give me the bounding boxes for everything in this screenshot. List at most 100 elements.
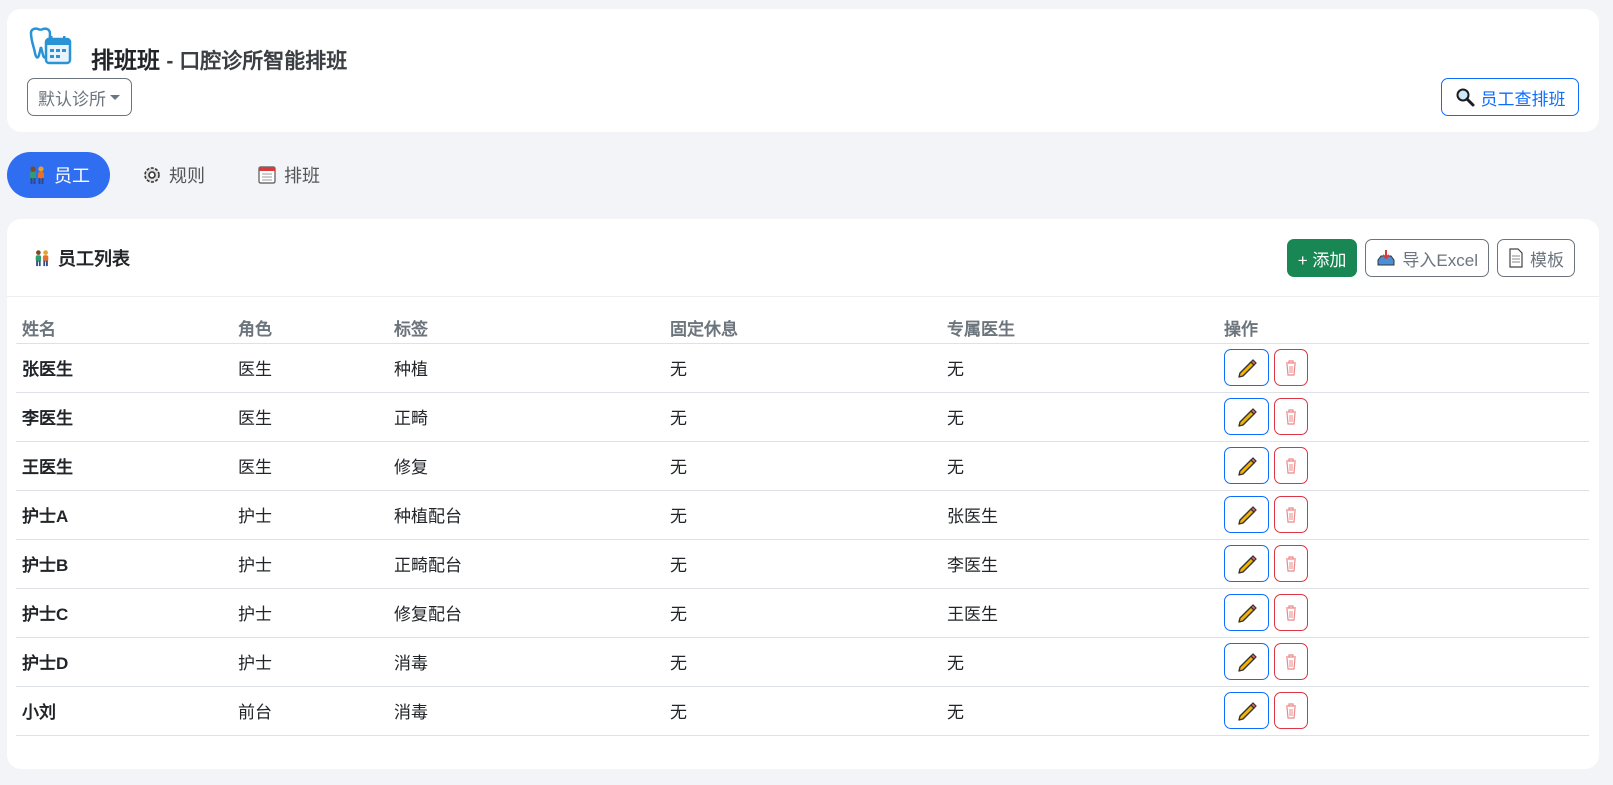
gear-icon <box>144 167 160 183</box>
cell-role: 护士 <box>232 539 388 589</box>
pencil-icon <box>1237 603 1257 623</box>
calendar-icon <box>258 166 276 184</box>
cell-doctor: 张医生 <box>941 490 1218 540</box>
tab-staff-label: 员工 <box>54 166 90 186</box>
staff-table: 姓名 角色 标签 固定休息 专属医生 操作 张医生 医生 种植无无李医生 医生 正畸无无… <box>16 313 1589 736</box>
staff-list-title-text: 员工列表 <box>58 249 130 269</box>
row-actions <box>1224 447 1589 484</box>
delete-button[interactable] <box>1274 349 1308 386</box>
table-row: 护士A 护士 种植配台无张医生 <box>16 490 1589 540</box>
add-staff-button[interactable]: + 添加 <box>1286 239 1358 277</box>
template-button[interactable]: 模板 <box>1497 239 1575 277</box>
tooth-calendar-logo-icon <box>29 27 72 65</box>
cell-tag: 消毒 <box>388 637 664 687</box>
delete-button[interactable] <box>1274 496 1308 533</box>
column-header-name: 姓名 <box>16 313 232 344</box>
pencil-icon <box>1237 358 1257 378</box>
cell-name: 护士A <box>16 490 232 540</box>
delete-button[interactable] <box>1274 594 1308 631</box>
cell-tag: 种植配台 <box>388 490 664 540</box>
cell-rest: 无 <box>664 539 941 589</box>
cell-rest: 无 <box>664 637 941 687</box>
pencil-icon <box>1237 407 1257 427</box>
cell-role: 前台 <box>232 686 388 736</box>
column-header-role: 角色 <box>232 313 388 344</box>
cell-actions <box>1218 637 1589 687</box>
trash-icon <box>1286 653 1296 670</box>
cell-name: 护士B <box>16 539 232 589</box>
document-icon <box>1509 248 1523 268</box>
table-row: 护士D 护士 消毒无无 <box>16 637 1589 687</box>
column-header-doctor: 专属医生 <box>941 313 1218 344</box>
add-staff-button-label: + 添加 <box>1297 250 1347 270</box>
people-icon <box>35 250 49 267</box>
edit-button[interactable] <box>1224 594 1269 631</box>
row-actions <box>1224 496 1589 533</box>
edit-button[interactable] <box>1224 349 1269 386</box>
delete-button[interactable] <box>1274 692 1308 729</box>
magnifier-icon <box>1456 88 1474 107</box>
cell-actions <box>1218 539 1589 589</box>
cell-actions <box>1218 490 1589 540</box>
template-button-label: 模板 <box>1530 250 1564 270</box>
cell-actions <box>1218 343 1589 393</box>
delete-button[interactable] <box>1274 398 1308 435</box>
edit-button[interactable] <box>1224 545 1269 582</box>
app-title: 排班班 - 口腔诊所智能排班 <box>91 41 347 75</box>
cell-doctor: 无 <box>941 686 1218 736</box>
column-header-actions: 操作 <box>1218 313 1589 344</box>
staff-list-title: 员工列表 <box>33 245 130 271</box>
table-row: 王医生 医生 修复无无 <box>16 441 1589 491</box>
edit-button[interactable] <box>1224 447 1269 484</box>
clinic-select[interactable]: 默认诊所 <box>27 78 132 116</box>
cell-doctor: 无 <box>941 392 1218 442</box>
tab-rules[interactable]: 规则 <box>122 152 225 198</box>
cell-tag: 修复 <box>388 441 664 491</box>
pencil-icon <box>1237 701 1257 721</box>
cell-name: 王医生 <box>16 441 232 491</box>
row-actions <box>1224 545 1589 582</box>
delete-button[interactable] <box>1274 643 1308 680</box>
staff-list-card: 员工列表 + 添加 导入Excel 模板 姓名 角色 标签 固定休息 专属医生 … <box>7 219 1599 769</box>
cell-rest: 无 <box>664 588 941 638</box>
cell-actions <box>1218 588 1589 638</box>
staff-table-body: 张医生 医生 种植无无李医生 医生 正畸无无王医生 医生 修复无无护士A 护士 种植配台无张医生… <box>16 343 1589 736</box>
trash-icon <box>1286 506 1296 523</box>
cell-name: 张医生 <box>16 343 232 393</box>
cell-role: 医生 <box>232 343 388 393</box>
trash-icon <box>1286 408 1296 425</box>
tab-schedule[interactable]: 排班 <box>237 152 340 198</box>
staff-schedule-lookup-button[interactable]: 员工查排班 <box>1441 78 1579 116</box>
cell-name: 小刘 <box>16 686 232 736</box>
cell-actions <box>1218 686 1589 736</box>
cell-role: 医生 <box>232 392 388 442</box>
trash-icon <box>1286 604 1296 621</box>
inbox-tray-icon <box>1377 250 1395 266</box>
row-actions <box>1224 594 1589 631</box>
cell-role: 护士 <box>232 588 388 638</box>
tab-rules-label: 规则 <box>169 166 205 186</box>
import-excel-button[interactable]: 导入Excel <box>1365 239 1489 277</box>
card-header: 员工列表 + 添加 导入Excel 模板 <box>7 219 1599 297</box>
trash-icon <box>1286 702 1296 719</box>
delete-button[interactable] <box>1274 545 1308 582</box>
card-actions: + 添加 导入Excel 模板 <box>1286 239 1575 277</box>
app-name: 排班班 <box>91 47 160 73</box>
edit-button[interactable] <box>1224 643 1269 680</box>
pencil-icon <box>1237 505 1257 525</box>
cell-tag: 种植 <box>388 343 664 393</box>
cell-doctor: 无 <box>941 441 1218 491</box>
trash-icon <box>1286 359 1296 376</box>
tab-staff[interactable]: 员工 <box>7 152 110 198</box>
table-header-row: 姓名 角色 标签 固定休息 专属医生 操作 <box>16 313 1589 344</box>
lookup-button-label: 员工查排班 <box>1480 89 1566 109</box>
cell-rest: 无 <box>664 392 941 442</box>
cell-tag: 正畸 <box>388 392 664 442</box>
edit-button[interactable] <box>1224 398 1269 435</box>
table-row: 小刘 前台 消毒无无 <box>16 686 1589 736</box>
row-actions <box>1224 692 1589 729</box>
edit-button[interactable] <box>1224 692 1269 729</box>
cell-role: 护士 <box>232 490 388 540</box>
delete-button[interactable] <box>1274 447 1308 484</box>
edit-button[interactable] <box>1224 496 1269 533</box>
